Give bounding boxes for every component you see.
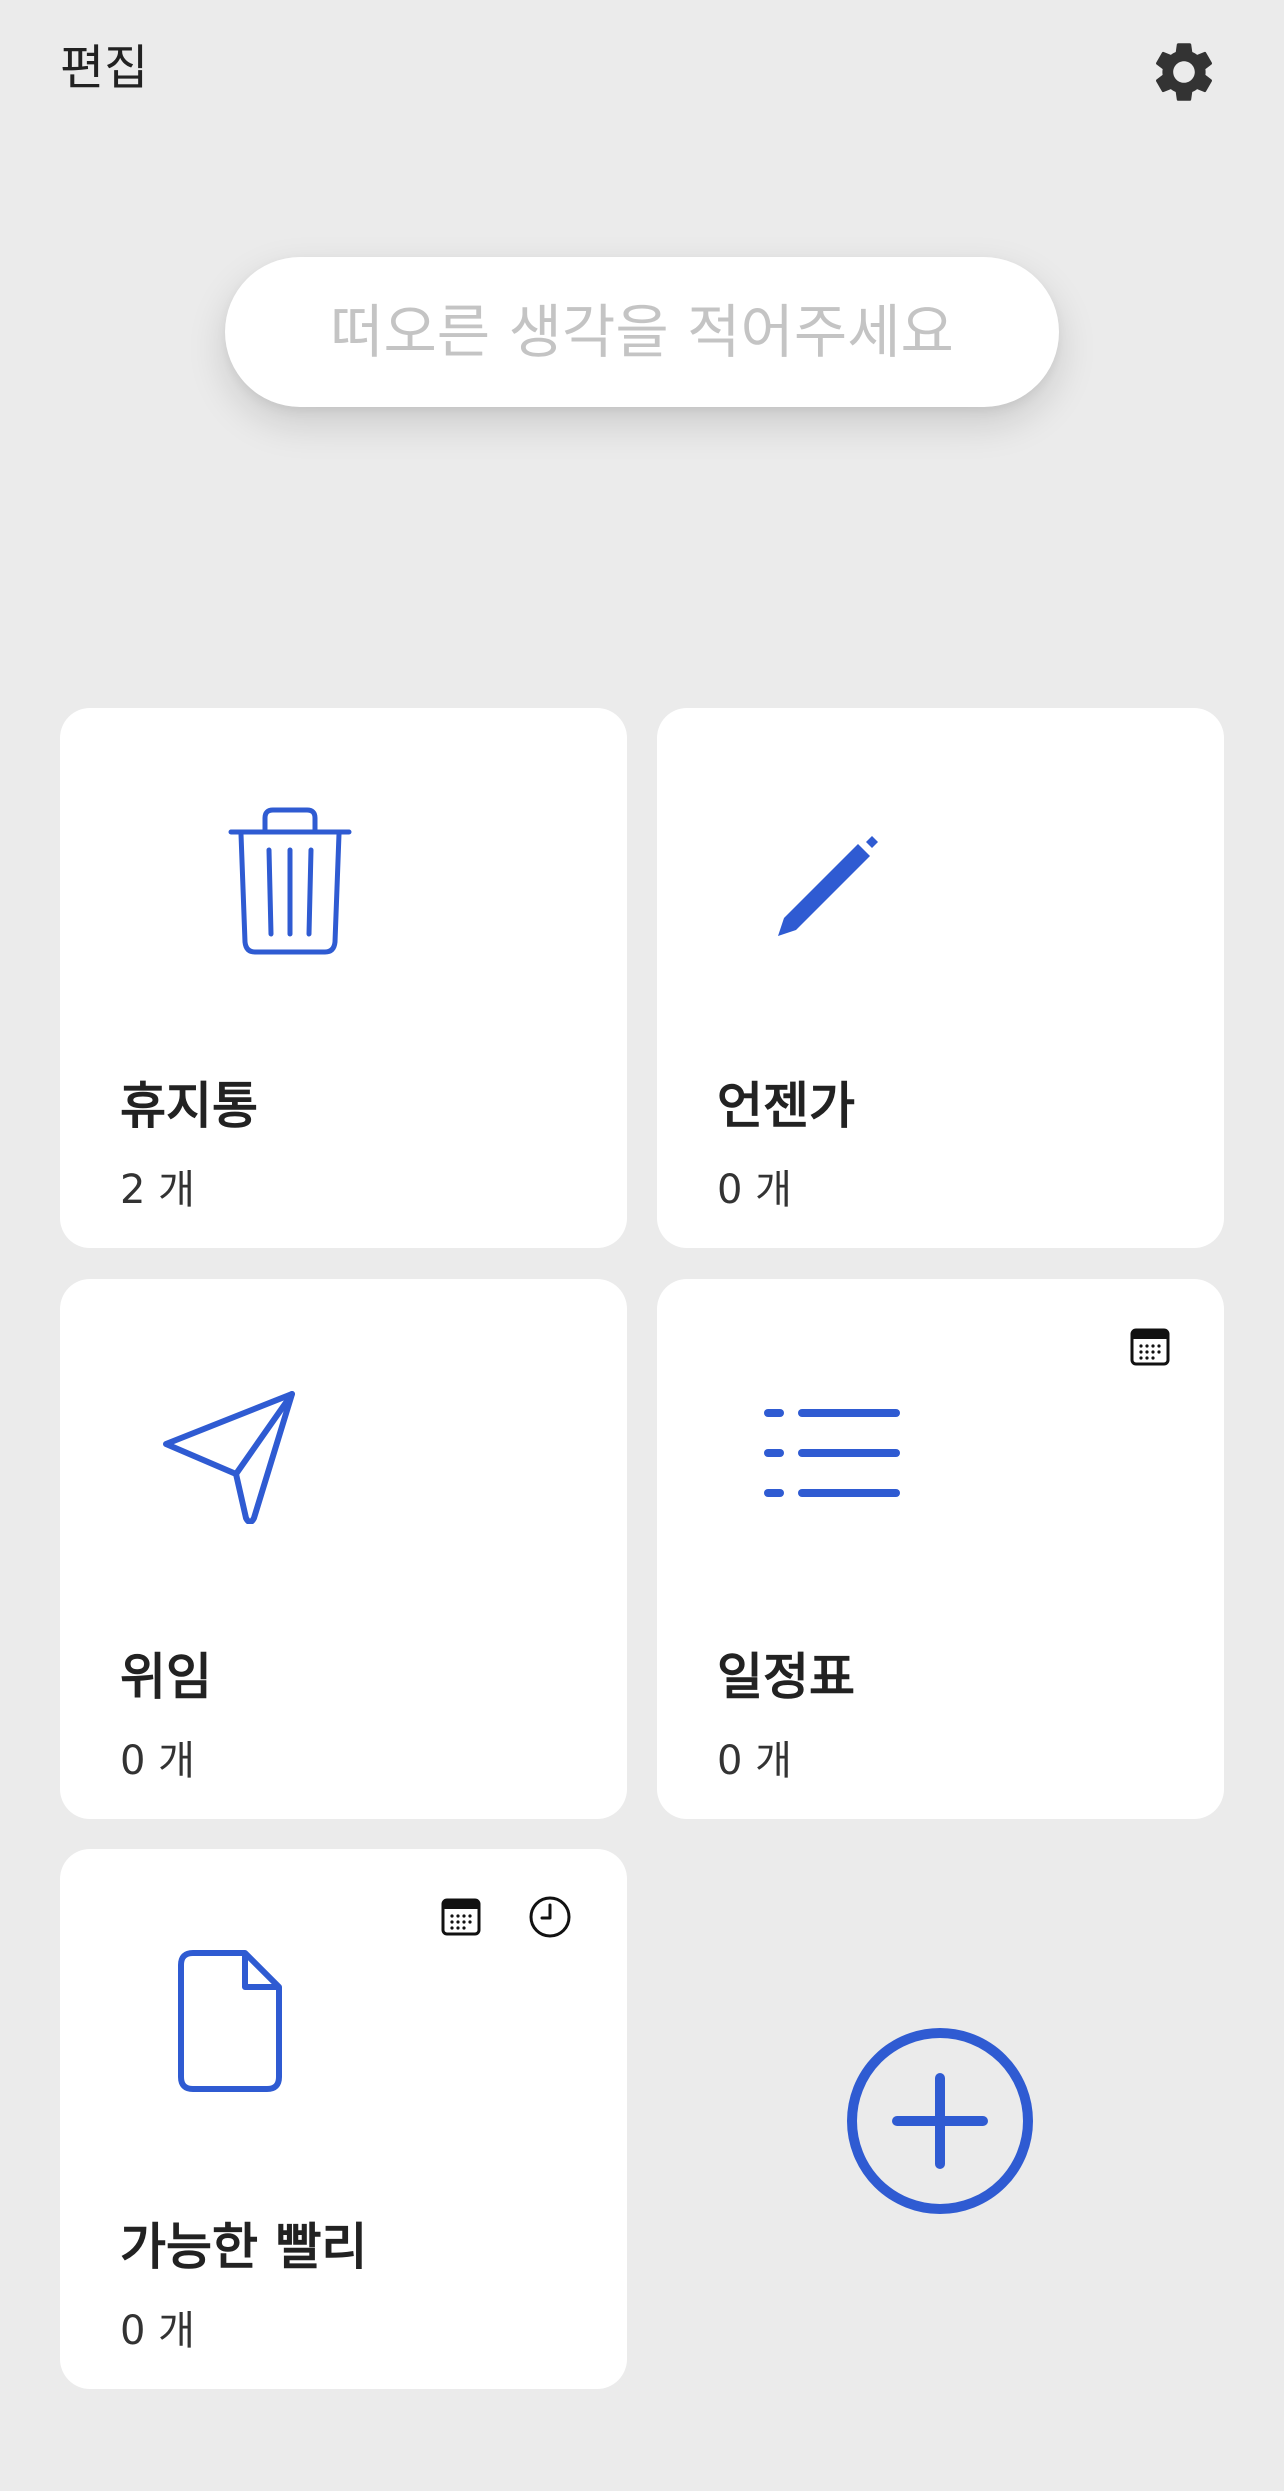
card-count: 0 개 [717, 1167, 792, 1213]
card-count: 0 개 [120, 1738, 195, 1784]
card-someday[interactable]: 언젠가 0 개 [657, 708, 1224, 1248]
card-trash[interactable]: 휴지통 2 개 [60, 708, 627, 1248]
card-count: 0 개 [120, 2308, 195, 2354]
thought-input[interactable] [225, 257, 1059, 407]
calendar-icon [1130, 1328, 1170, 1366]
calendar-badge [438, 1894, 484, 1940]
card-title: 가능한 빨리 [120, 2218, 368, 2276]
edit-button[interactable]: 편집 [60, 38, 148, 98]
clock-badge [527, 1894, 573, 1940]
clock-icon [529, 1896, 571, 1938]
trash-icon [228, 807, 352, 955]
card-count: 0 개 [717, 1738, 792, 1784]
card-delegate[interactable]: 위임 0 개 [60, 1279, 627, 1819]
card-schedule[interactable]: 일정표 0 개 [657, 1279, 1224, 1819]
card-asap[interactable]: 가능한 빨리 0 개 [60, 1849, 627, 2389]
add-list-button[interactable] [845, 2026, 1035, 2216]
pencil-icon [778, 836, 878, 936]
thought-input-container [225, 257, 1059, 407]
card-title: 일정표 [717, 1648, 855, 1706]
plus-circle-icon [847, 2028, 1033, 2214]
card-title: 위임 [120, 1648, 212, 1706]
calendar-badge [1127, 1324, 1173, 1370]
card-count: 2 개 [120, 1167, 195, 1213]
list-icon [764, 1409, 900, 1497]
card-title: 언젠가 [717, 1077, 855, 1135]
card-title: 휴지통 [120, 1077, 258, 1135]
gear-icon [1155, 43, 1213, 101]
settings-button[interactable] [1148, 36, 1220, 108]
paper-plane-icon [163, 1391, 295, 1524]
app-screen: 편집 휴지통 2 개 언젠가 0 개 [0, 0, 1284, 2491]
document-icon [178, 1950, 282, 2092]
calendar-icon [441, 1898, 481, 1936]
